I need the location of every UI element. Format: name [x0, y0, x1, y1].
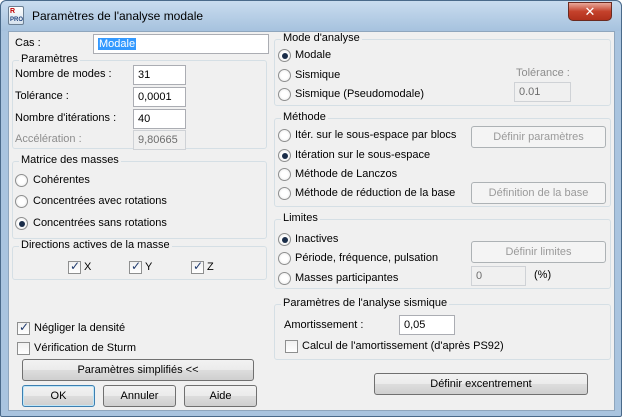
limits-inactive-label: Inactives [295, 233, 339, 245]
iterations-label: Nombre d'itérations : [15, 112, 117, 124]
iterations-input[interactable]: 40 [133, 109, 186, 129]
mode-pseudomodal-radio[interactable] [278, 88, 291, 101]
case-name-field[interactable]: Modale [93, 34, 269, 54]
analysis-mode-title: Mode d'analyse [281, 32, 362, 44]
limits-period-radio[interactable] [278, 252, 291, 265]
close-icon: ✕ [584, 4, 596, 19]
mass-coherent-radio[interactable] [15, 174, 28, 187]
mass-lumped-norot-label: Concentrées sans rotations [33, 217, 167, 229]
dir-z-checkbox[interactable] [191, 259, 204, 274]
neglect-density-checkbox[interactable] [17, 320, 30, 335]
modes-input[interactable]: 31 [133, 65, 186, 85]
mass-directions-title: Directions actives de la masse [19, 239, 172, 251]
close-button[interactable]: ✕ [568, 2, 612, 21]
modes-label: Nombre de modes : [15, 68, 112, 80]
dir-y-label: Y [145, 261, 153, 273]
dir-x-checkbox[interactable] [68, 259, 81, 274]
method-block-subspace-label: Itér. sur le sous-espace par blocs [295, 129, 457, 141]
define-params-button[interactable]: Définir paramètres [471, 126, 606, 148]
method-subspace-radio[interactable] [278, 149, 291, 162]
mass-coherent-label: Cohérentes [33, 174, 90, 186]
damping-input[interactable]: 0,05 [399, 315, 455, 335]
title-bar[interactable]: R PRO Paramètres de l'analyse modale ✕ [1, 1, 621, 31]
app-icon-pro: PRO [10, 17, 24, 23]
define-eccentricity-button[interactable]: Définir excentrement [374, 373, 588, 395]
limits-unit-label: (%) [534, 269, 552, 281]
mode-tolerance-label: Tolérance : [516, 67, 570, 79]
damping-label: Amortissement : [284, 319, 364, 331]
method-subspace-label: Itération sur le sous-espace [295, 149, 431, 161]
limits-period-label: Période, fréquence, pulsation [295, 252, 439, 264]
window-title: Paramètres de l'analyse modale [32, 9, 204, 23]
tolerance-input[interactable]: 0,0001 [133, 87, 186, 107]
damping-calc-label: Calcul de l'amortissement (d'après PS92) [302, 340, 504, 352]
mode-seismic-radio[interactable] [278, 69, 291, 82]
limits-masses-label: Masses participantes [295, 272, 399, 284]
method-lanczos-label: Méthode de Lanczos [295, 168, 398, 180]
robot-app-icon: R PRO [8, 6, 24, 25]
limits-masses-radio[interactable] [278, 272, 291, 285]
define-base-button[interactable]: Définition de la base [471, 182, 606, 204]
limits-title: Limites [281, 212, 320, 224]
define-limits-button[interactable]: Définir limites [471, 241, 606, 263]
mode-pseudomodal-label: Sismique (Pseudomodale) [295, 88, 425, 100]
mode-modal-label: Modale [295, 49, 332, 61]
dir-x-label: X [84, 261, 92, 273]
cancel-button[interactable]: Annuler [103, 385, 176, 407]
sturm-check-label: Vérification de Sturm [34, 342, 137, 354]
mass-matrix-title: Matrice des masses [19, 154, 121, 166]
help-button[interactable]: Aide [184, 385, 257, 407]
method-block-subspace-radio[interactable] [278, 129, 291, 142]
mass-lumped-norot-radio[interactable] [15, 217, 28, 230]
method-title: Méthode [281, 111, 328, 123]
seismic-params-title: Paramètres de l'analyse sismique [281, 297, 450, 309]
app-icon-letter: R [10, 8, 16, 15]
acceleration-label: Accélération : [15, 133, 82, 145]
case-name-value: Modale [98, 38, 137, 50]
acceleration-input: 9,80665 [133, 130, 186, 150]
ok-button[interactable]: OK [22, 385, 95, 407]
dialog-client-area: Cas : Modale Paramètres Nombre de modes … [8, 31, 615, 411]
neglect-density-label: Négliger la densité [34, 322, 126, 334]
mass-lumped-rot-radio[interactable] [15, 195, 28, 208]
params-group-title: Paramètres [19, 53, 80, 65]
simplified-params-button[interactable]: Paramètres simplifiés << [22, 359, 254, 381]
method-lanczos-radio[interactable] [278, 168, 291, 181]
method-base-reduction-radio[interactable] [278, 187, 291, 200]
damping-calc-checkbox[interactable] [285, 340, 298, 353]
dir-z-label: Z [207, 261, 214, 273]
sturm-check-checkbox[interactable] [17, 342, 30, 355]
mass-lumped-rot-label: Concentrées avec rotations [33, 195, 167, 207]
dir-y-checkbox[interactable] [129, 259, 142, 274]
case-label: Cas : [15, 37, 41, 49]
mode-modal-radio[interactable] [278, 49, 291, 62]
dialog-window: R PRO Paramètres de l'analyse modale ✕ C… [0, 0, 622, 417]
tolerance-label: Tolérance : [15, 90, 69, 102]
mode-tolerance-input: 0.01 [514, 82, 571, 102]
method-base-reduction-label: Méthode de réduction de la base [295, 187, 456, 199]
mode-seismic-label: Sismique [295, 69, 341, 81]
limits-value-input: 0 [471, 266, 526, 286]
limits-inactive-radio[interactable] [278, 233, 291, 246]
